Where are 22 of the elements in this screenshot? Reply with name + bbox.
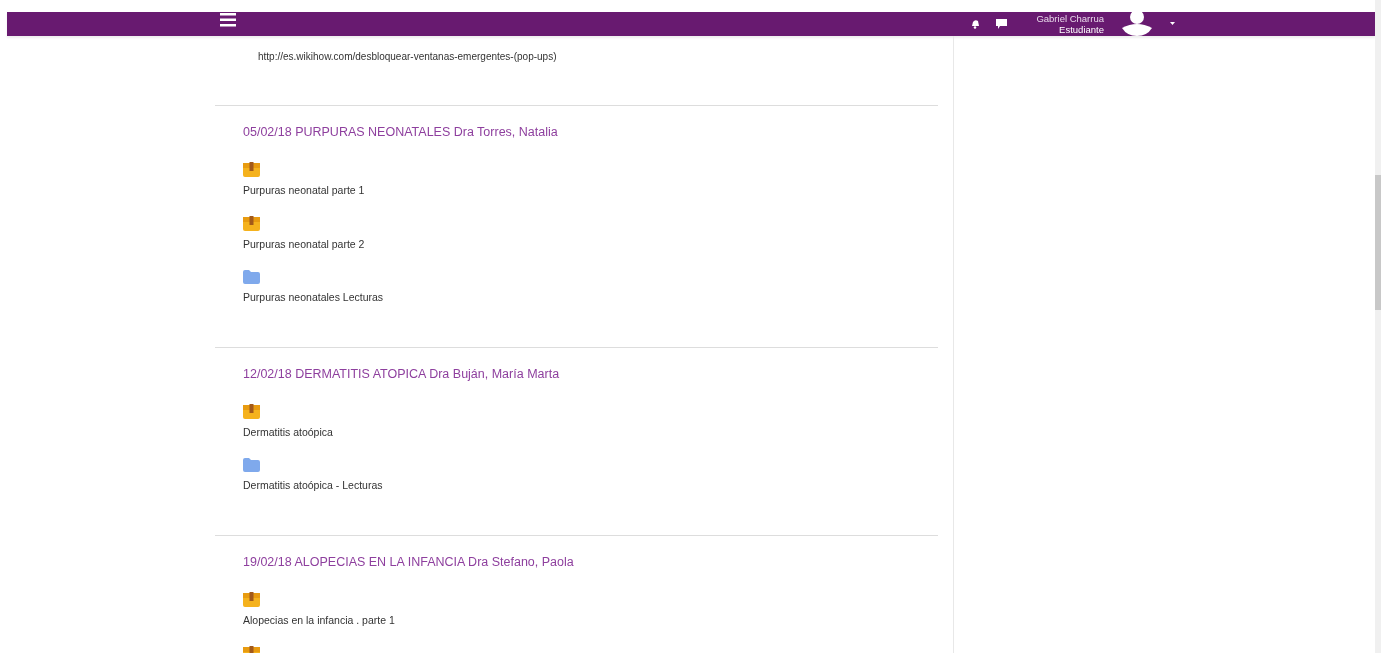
link-text: http://es.wikihow.com/desbloquear-ventanas-emergentes-(pop-ups) (258, 51, 557, 62)
resource-link[interactable]: Purpuras neonatal parte 2 (243, 238, 365, 250)
resource-link[interactable]: Purpuras neonatal parte 1 (243, 184, 365, 196)
section-title[interactable]: 05/02/18 PURPURAS NEONATALES Dra Torres, Natalia (243, 125, 558, 139)
chat-icon[interactable] (996, 19, 1008, 29)
user-role: Estudiante (1059, 24, 1104, 35)
user-avatar-icon[interactable] (1119, 12, 1155, 36)
user-name: Gabriel Charrua (1036, 13, 1104, 24)
package-icon[interactable] (243, 162, 260, 177)
resource-link[interactable]: Dermatitis atoópica (243, 426, 333, 438)
resource-link[interactable]: Purpuras neonatales Lecturas (243, 291, 384, 303)
bell-icon[interactable] (970, 19, 982, 29)
package-icon[interactable] (243, 404, 260, 419)
section-title[interactable]: 19/02/18 ALOPECIAS EN LA INFANCIA Dra Stefano, Paola (243, 555, 574, 569)
menu-icon[interactable] (220, 13, 236, 27)
section-title[interactable]: 12/02/18 DERMATITIS ATOPICA Dra Buján, María Marta (243, 367, 560, 381)
resource-link[interactable]: Alopecias en la infancia . parte 1 (243, 614, 395, 626)
resource-link[interactable]: Dermatitis atoópica - Lecturas (243, 479, 383, 491)
package-icon[interactable] (243, 592, 260, 607)
scrollbar-thumb[interactable] (1375, 175, 1381, 310)
package-icon[interactable] (243, 216, 260, 231)
caret-icon[interactable] (1170, 22, 1175, 26)
